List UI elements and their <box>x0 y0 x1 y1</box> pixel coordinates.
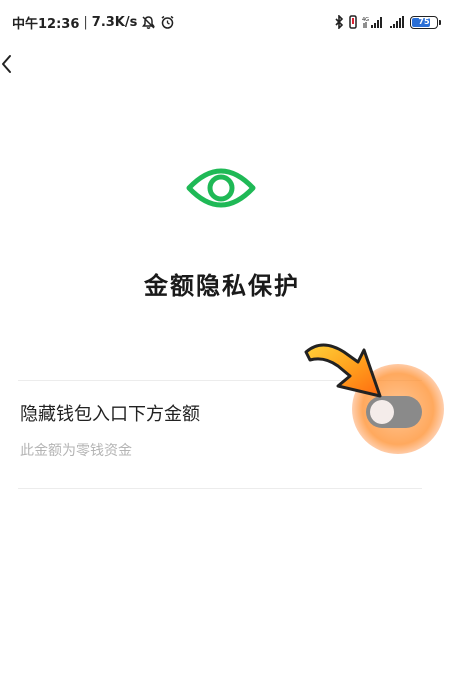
status-separator: | <box>83 14 88 30</box>
signal-icon <box>389 15 405 29</box>
bluetooth-icon <box>334 15 344 29</box>
vibrate-icon <box>349 15 357 29</box>
battery-icon: 75 <box>410 15 441 29</box>
net-speed: 7.3K/s <box>91 14 138 30</box>
back-button[interactable] <box>0 50 24 78</box>
status-bar: 中午12:36 | 7.3K/s 4G 75 <box>0 0 464 44</box>
battery-level: 75 <box>418 16 430 26</box>
divider-bottom <box>18 488 422 489</box>
status-right: 4G 75 <box>334 12 441 32</box>
alarm-icon <box>160 15 175 30</box>
status-left: 中午12:36 | 7.3K/s <box>12 12 175 32</box>
4g-signal-icon: 4G <box>362 15 384 29</box>
setting-label: 隐藏钱包入口下方金额 <box>20 404 200 425</box>
arrow-annotation-icon <box>300 330 400 410</box>
eye-icon <box>185 160 257 216</box>
setting-sublabel: 此金额为零钱资金 <box>20 443 132 459</box>
chevron-left-icon <box>0 50 24 78</box>
page-title: 金额隐私保护 <box>144 272 300 300</box>
mute-bell-icon <box>141 15 156 30</box>
status-time: 中午12:36 <box>12 16 80 32</box>
